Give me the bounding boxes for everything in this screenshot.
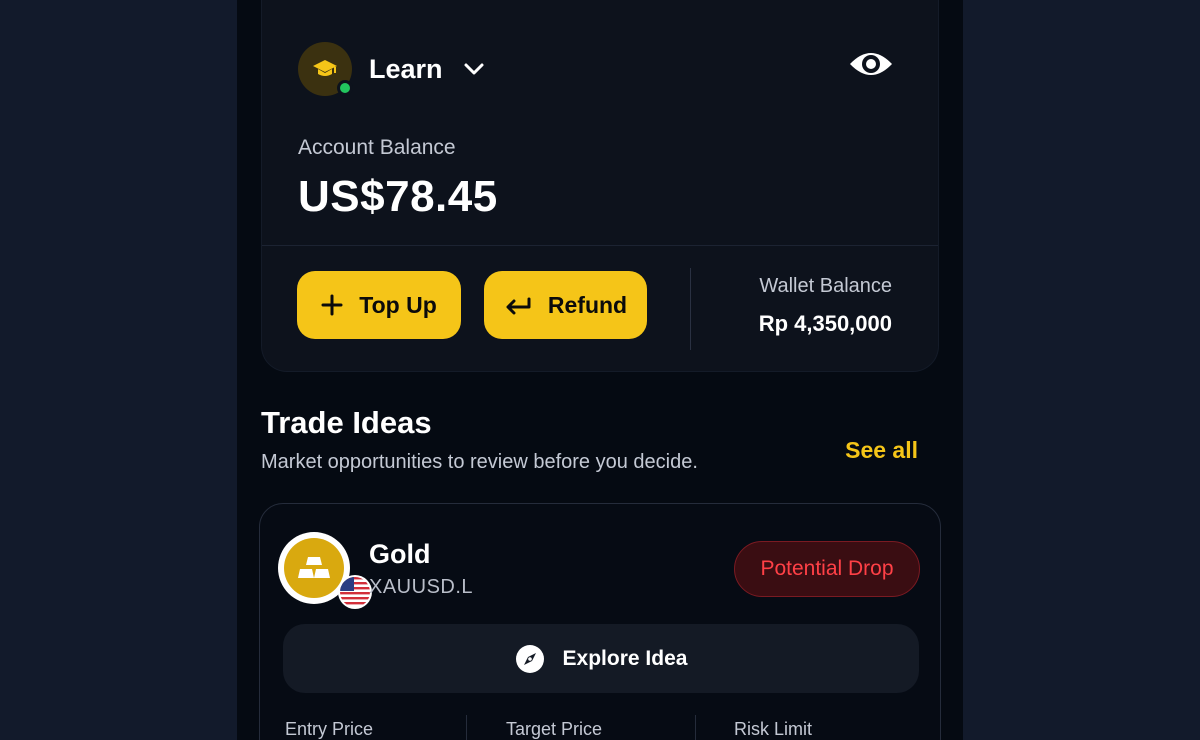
account-card: Learn Account Balance US$78.45 Top Up Re… — [261, 0, 939, 372]
section-title: Trade Ideas — [261, 405, 432, 440]
account-switcher[interactable]: Learn — [298, 42, 485, 96]
idea-stats: Entry Price Target Price Risk Limit — [260, 715, 940, 740]
account-balance-value: US$78.45 — [298, 172, 498, 221]
graduation-cap-icon — [313, 60, 337, 76]
app-screen: Learn Account Balance US$78.45 Top Up Re… — [237, 0, 963, 740]
wallet-balance-value: Rp 4,350,000 — [758, 311, 892, 336]
explore-idea-label: Explore Idea — [562, 646, 688, 670]
arrow-left-icon — [506, 297, 531, 315]
section-subtitle: Market opportunities to review before yo… — [261, 451, 698, 473]
refund-button[interactable]: Refund — [484, 271, 647, 339]
vertical-divider — [690, 268, 691, 350]
trade-idea-card[interactable]: Gold XAUUSD.L Potential Drop Explore Ide… — [259, 503, 941, 740]
stat-divider — [695, 715, 696, 740]
account-balance-label: Account Balance — [298, 136, 456, 159]
risk-limit-label: Risk Limit — [734, 719, 813, 739]
asset-name: Gold — [369, 539, 431, 569]
refund-label: Refund — [547, 291, 628, 318]
compass-icon — [515, 644, 544, 673]
entry-price-label: Entry Price — [285, 719, 374, 739]
account-name: Learn — [369, 53, 443, 84]
gold-bars-icon — [298, 557, 330, 578]
signal-badge: Potential Drop — [734, 541, 920, 597]
see-all-link[interactable]: See all — [845, 437, 918, 464]
online-status-dot — [337, 80, 353, 96]
us-flag-icon — [338, 575, 372, 609]
target-price-label: Target Price — [506, 719, 603, 739]
stat-divider — [466, 715, 467, 740]
wallet-balance-label: Wallet Balance — [759, 275, 892, 297]
top-up-button[interactable]: Top Up — [297, 271, 461, 339]
divider — [262, 245, 938, 246]
explore-idea-button[interactable]: Explore Idea — [283, 624, 919, 693]
asset-ticker: XAUUSD.L — [369, 576, 474, 598]
plus-icon — [321, 294, 343, 316]
chevron-down-icon[interactable] — [463, 62, 485, 76]
account-avatar — [298, 42, 353, 96]
top-up-label: Top Up — [359, 291, 437, 318]
eye-icon[interactable] — [848, 48, 894, 85]
